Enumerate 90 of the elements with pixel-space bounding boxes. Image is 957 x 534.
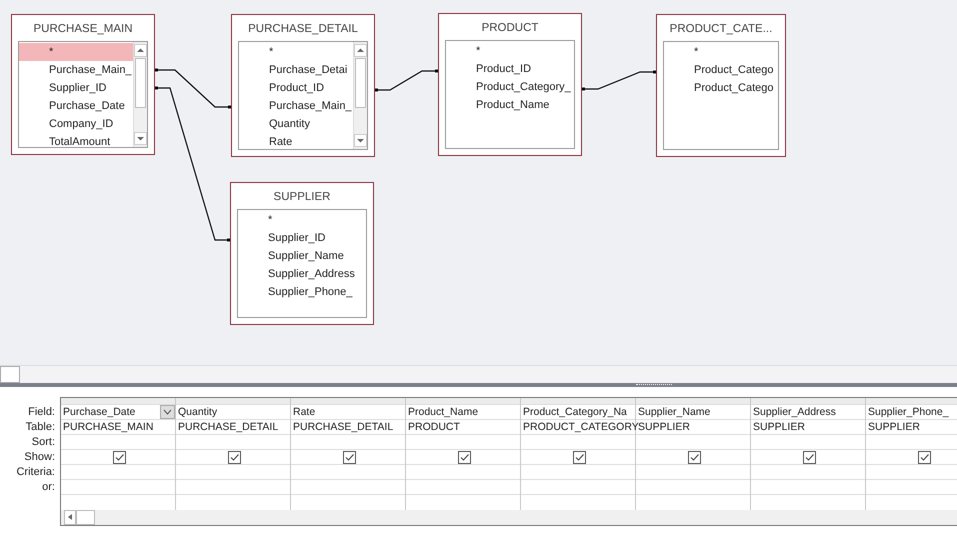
table-cell[interactable]: PRODUCT <box>406 420 520 435</box>
table-title: PURCHASE_MAIN <box>32 22 134 37</box>
table-cell[interactable]: SUPPLIER <box>751 420 865 435</box>
row-label: Criteria: <box>15 465 56 480</box>
dropdown-button[interactable] <box>160 405 175 419</box>
table-cell[interactable]: PURCHASE_MAIN <box>61 420 175 435</box>
column-selector[interactable] <box>751 398 865 405</box>
table-window[interactable]: PURCHASE_DETAIL * Purchase_Detai Product_ID Purchase_Main_ Quantity Rate <box>231 14 375 157</box>
vertical-scrollbar[interactable] <box>353 42 367 149</box>
field-cell[interactable]: Product_Name <box>406 405 520 420</box>
field-cell[interactable]: Quantity <box>176 405 290 420</box>
table-window[interactable]: PURCHASE_MAIN * Purchase_Main_ Supplier_ID Purchase_Date Company_ID TotalAmount <box>11 14 155 155</box>
column-selector[interactable] <box>866 398 957 405</box>
field-name: Supplier_Address <box>753 404 837 420</box>
show-checkbox[interactable] <box>802 450 816 464</box>
scrollbar-thumb[interactable] <box>135 58 146 108</box>
field-name: Purchase_Date <box>63 404 136 420</box>
scroll-up-icon[interactable] <box>134 44 147 57</box>
field-item[interactable]: Quantity <box>239 115 353 133</box>
field-cell[interactable]: Purchase_Date <box>61 405 175 420</box>
field-item[interactable]: Product_ID <box>239 79 353 97</box>
pane-splitter[interactable] <box>0 383 957 387</box>
field-item[interactable]: * <box>446 42 574 60</box>
scrollbar-thumb[interactable] <box>355 58 366 108</box>
show-checkbox[interactable] <box>342 450 356 464</box>
table-cell[interactable]: PURCHASE_DETAIL <box>291 420 405 435</box>
field-item[interactable]: Supplier_ID <box>238 229 366 247</box>
scrollbar-thumb[interactable] <box>76 510 95 525</box>
field-name: Supplier_Phone_ <box>868 404 950 420</box>
field-item[interactable]: Purchase_Main_ <box>19 61 133 79</box>
vertical-scrollbar[interactable] <box>133 42 147 147</box>
scroll-down-icon[interactable] <box>134 132 147 145</box>
table-cell[interactable]: SUPPLIER <box>866 420 957 435</box>
field-item[interactable]: Supplier_Phone_ <box>238 283 366 301</box>
horizontal-scrollbar[interactable] <box>61 510 957 525</box>
scroll-left-icon[interactable] <box>64 510 76 525</box>
scrollbar-thumb[interactable] <box>0 366 20 383</box>
field-item[interactable]: Supplier_Name <box>238 247 366 265</box>
field-item[interactable]: Purchase_Main_ <box>239 97 353 115</box>
field-item[interactable]: Supplier_ID <box>19 79 133 97</box>
relationship-line <box>375 70 438 92</box>
field-item[interactable]: * <box>239 43 353 61</box>
field-item[interactable]: * <box>664 43 778 61</box>
field-item[interactable]: Rate <box>239 133 353 149</box>
field-item[interactable]: Product_Catego <box>664 79 778 97</box>
field-item[interactable]: TotalAmount <box>19 133 133 147</box>
column-selector[interactable] <box>291 398 405 405</box>
table-window[interactable]: PRODUCT * Product_ID Product_Category_ Product_Name <box>438 13 582 156</box>
table-title: PURCHASE_DETAIL <box>247 22 359 37</box>
show-checkbox[interactable] <box>228 450 240 464</box>
column-selector[interactable] <box>406 398 520 405</box>
table-title: PRODUCT_CATE... <box>668 22 774 37</box>
field-name: Quantity <box>178 404 218 420</box>
field-name: Product_Name <box>408 404 480 420</box>
column-selector[interactable] <box>521 398 635 405</box>
field-cell[interactable]: Supplier_Phone_ <box>866 405 957 420</box>
row-label: or: <box>41 480 56 495</box>
field-item[interactable]: Company_ID <box>19 115 133 133</box>
scroll-down-icon[interactable] <box>354 134 367 147</box>
field-name: Rate <box>293 404 316 420</box>
field-item[interactable]: Product_ID <box>446 60 574 78</box>
show-checkbox[interactable] <box>918 450 930 464</box>
row-label: Table: <box>24 420 56 435</box>
field-item[interactable]: Product_Catego <box>664 61 778 79</box>
table-window[interactable]: SUPPLIER * Supplier_ID Supplier_Name Supplier_Address Supplier_Phone_ <box>230 182 374 325</box>
show-checkbox[interactable] <box>688 450 700 464</box>
show-checkbox[interactable] <box>572 450 586 464</box>
field-item[interactable]: * <box>238 211 366 229</box>
column-selector[interactable] <box>636 398 750 405</box>
table-title: SUPPLIER <box>272 190 332 205</box>
field-item[interactable]: Product_Category_ <box>446 78 574 96</box>
chevron-down-icon <box>163 409 172 415</box>
row-label: Show: <box>23 450 56 465</box>
field-cell[interactable]: Supplier_Name <box>636 405 750 420</box>
field-name: Supplier_Name <box>638 404 712 420</box>
field-item[interactable]: Purchase_Date <box>19 97 133 115</box>
field-item[interactable]: Purchase_Detai <box>239 61 353 79</box>
row-label: Sort: <box>30 435 56 450</box>
field-item[interactable]: Product_Name <box>446 96 574 114</box>
field-item[interactable]: * <box>19 43 133 61</box>
table-cell[interactable]: PURCHASE_DETAIL <box>176 420 290 435</box>
row-label: Field: <box>27 405 56 420</box>
field-cell[interactable]: Supplier_Address <box>751 405 865 420</box>
show-checkbox[interactable] <box>112 450 126 464</box>
scroll-up-icon[interactable] <box>354 44 367 57</box>
field-item[interactable]: Supplier_Address <box>238 265 366 283</box>
field-cell[interactable]: Rate <box>291 405 405 420</box>
table-window[interactable]: PRODUCT_CATE... * Product_Catego Product_Catego <box>656 14 786 157</box>
show-checkbox[interactable] <box>458 450 470 464</box>
table-title: PRODUCT <box>480 21 540 36</box>
